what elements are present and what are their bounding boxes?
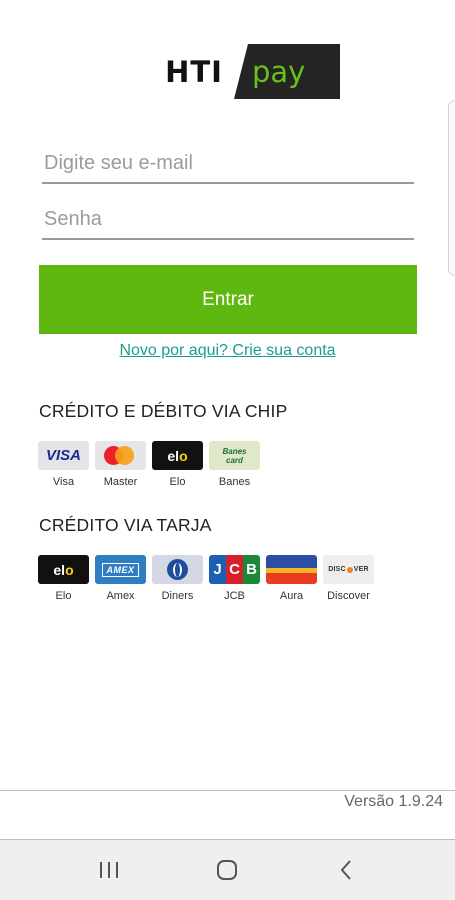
card-amex: AMEX Amex bbox=[95, 555, 146, 602]
email-input[interactable] bbox=[42, 144, 414, 184]
chip-cards-row: VISA Visa Master el o Elo Banes card Banes bbox=[38, 441, 266, 488]
hti-pay-logo: HTI pay bbox=[154, 44, 340, 99]
card-label: Elo bbox=[55, 590, 72, 602]
recents-icon[interactable] bbox=[84, 850, 134, 890]
amex-icon: AMEX bbox=[95, 555, 146, 584]
card-aura: Aura bbox=[266, 555, 317, 602]
card-label: Diners bbox=[161, 590, 194, 602]
banescard-icon: Banes card bbox=[209, 441, 260, 470]
version-bar: Versão 1.9.24 bbox=[0, 790, 455, 840]
card-label: Visa bbox=[52, 476, 75, 488]
card-label: Master bbox=[103, 476, 138, 488]
logo-pay-text: pay bbox=[234, 44, 340, 99]
stripe-cards-row: el o Elo AMEX Amex Diners J C B JCB Aura … bbox=[38, 555, 380, 602]
logo-hti-text: HTI bbox=[165, 54, 223, 89]
card-label: Amex bbox=[106, 590, 135, 602]
elo-icon: el o bbox=[38, 555, 89, 584]
stripe-section-title: CRÉDITO VIA TARJA bbox=[39, 515, 212, 535]
edge-panel-handle[interactable] bbox=[448, 100, 455, 276]
login-button[interactable]: Entrar bbox=[39, 265, 417, 334]
discover-icon: DISC VER bbox=[323, 555, 374, 584]
visa-icon: VISA bbox=[38, 441, 89, 470]
jcb-icon: J C B bbox=[209, 555, 260, 584]
password-input[interactable] bbox=[42, 200, 414, 240]
card-elo: el o Elo bbox=[38, 555, 89, 602]
version-text: Versão 1.9.24 bbox=[344, 793, 443, 810]
aura-icon bbox=[266, 555, 317, 584]
card-discover: DISC VER Discover bbox=[323, 555, 374, 602]
card-banes: Banes card Banes bbox=[209, 441, 260, 488]
card-label: Aura bbox=[279, 590, 304, 602]
card-label: JCB bbox=[224, 590, 245, 602]
elo-icon: el o bbox=[152, 441, 203, 470]
card-elo: el o Elo bbox=[152, 441, 203, 488]
card-label: Discover bbox=[327, 590, 370, 602]
signup-link[interactable]: Novo por aqui? Crie sua conta bbox=[0, 342, 455, 360]
card-diners: Diners bbox=[152, 555, 203, 602]
system-navigation-bar bbox=[0, 840, 455, 900]
card-label: Elo bbox=[169, 476, 186, 488]
back-icon[interactable] bbox=[321, 850, 371, 890]
card-jcb: J C B JCB bbox=[209, 555, 260, 602]
card-master: Master bbox=[95, 441, 146, 488]
mastercard-icon bbox=[95, 441, 146, 470]
home-icon[interactable] bbox=[202, 850, 252, 890]
card-visa: VISA Visa bbox=[38, 441, 89, 488]
diners-icon bbox=[152, 555, 203, 584]
chip-section-title: CRÉDITO E DÉBITO VIA CHIP bbox=[39, 401, 288, 421]
card-label: Banes bbox=[218, 476, 251, 488]
